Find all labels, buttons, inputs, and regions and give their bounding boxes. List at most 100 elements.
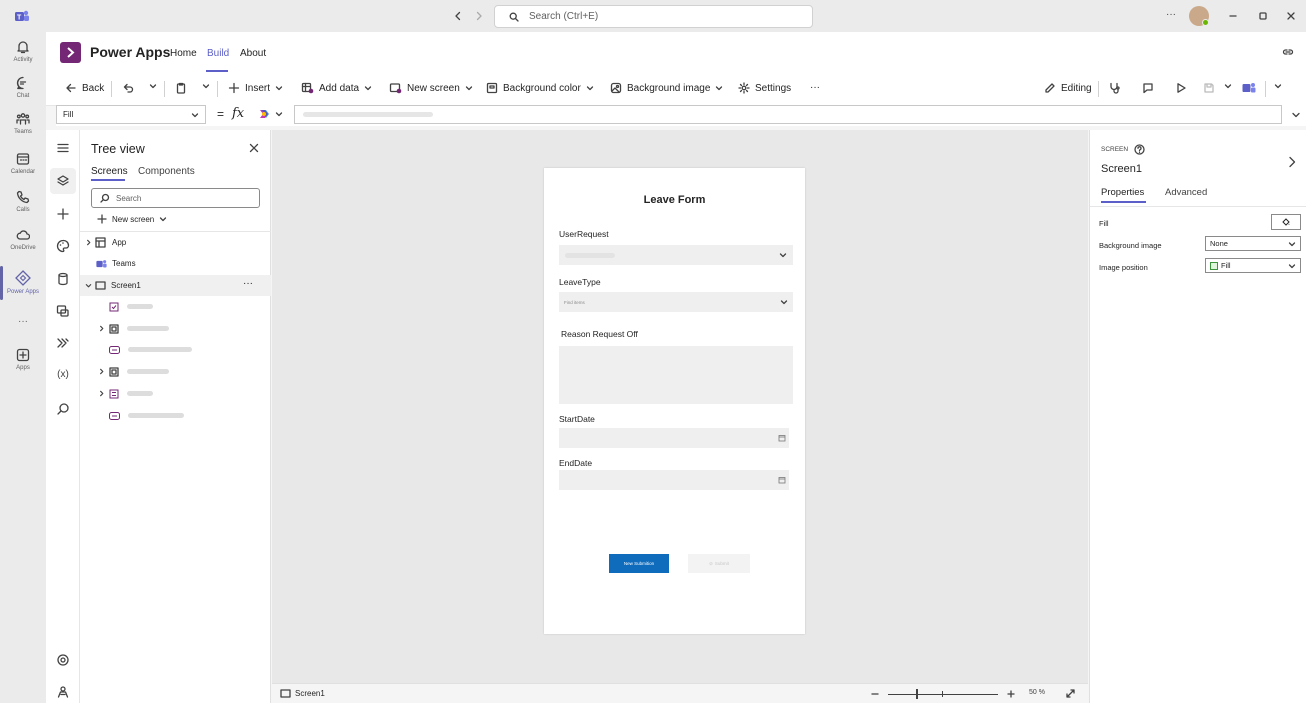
arrow-left-icon [66, 83, 76, 93]
rail-item-calendar[interactable]: Calendar [0, 152, 46, 175]
expand-formula-button[interactable] [1291, 110, 1301, 120]
new-submission-button[interactable]: New Submition [609, 554, 669, 573]
avatar[interactable] [1189, 6, 1209, 26]
add-apps-icon [16, 348, 30, 362]
settings-gear-icon[interactable] [55, 652, 71, 668]
cloud-icon [16, 230, 30, 240]
undo-dropdown[interactable] [149, 82, 157, 90]
virtual-agent-icon[interactable] [55, 684, 71, 700]
tab-build[interactable]: Build [207, 48, 229, 59]
back-arrow-icon[interactable] [453, 11, 463, 21]
background-image-button[interactable]: Background image [610, 82, 723, 94]
zoom-slider-thumb[interactable] [916, 689, 918, 699]
close-panel-icon[interactable] [249, 143, 259, 153]
tree-item-container-2[interactable] [80, 361, 271, 382]
tab-components[interactable]: Components [138, 166, 195, 177]
property-selector[interactable]: Fill [56, 105, 206, 124]
tab-screens[interactable]: Screens [91, 166, 128, 177]
formula-input[interactable] [294, 105, 1282, 124]
tree-item-form[interactable] [80, 383, 271, 404]
link-icon[interactable] [1282, 47, 1294, 57]
insert-plus-icon[interactable] [55, 206, 71, 222]
variables-icon[interactable]: (x) [55, 369, 71, 385]
tree-search-input[interactable]: Search [91, 188, 260, 208]
tree-item-screen1[interactable]: Screen1 ··· [80, 275, 271, 296]
chevron-right-icon[interactable] [1288, 156, 1296, 168]
tree-item-app[interactable]: App [80, 232, 271, 253]
tree-item-button-1[interactable] [80, 339, 271, 360]
tree-item-teams[interactable]: Teams [80, 253, 271, 274]
fit-to-window-icon[interactable] [1065, 688, 1076, 699]
new-screen-button[interactable]: New screen [97, 214, 167, 224]
paste-dropdown[interactable] [202, 82, 210, 90]
close-icon[interactable] [1286, 11, 1296, 21]
rail-item-power-apps[interactable]: Power Apps [0, 270, 46, 295]
search-icon[interactable] [55, 401, 71, 417]
rail-item-onedrive[interactable]: OneDrive [0, 228, 46, 251]
comments-button[interactable] [1142, 82, 1154, 94]
tree-item-label-control[interactable] [80, 296, 271, 317]
submit-button[interactable]: ⊘ Submit [688, 554, 750, 573]
maximize-icon[interactable] [1258, 11, 1268, 21]
publish-dropdown[interactable] [1274, 82, 1282, 90]
background-image-select[interactable]: None [1205, 236, 1301, 251]
tree-view-layers-icon[interactable] [55, 173, 71, 189]
preview-button[interactable] [1175, 82, 1187, 94]
image-position-select[interactable]: Fill [1205, 258, 1301, 273]
tab-advanced[interactable]: Advanced [1165, 187, 1207, 198]
app-checker-button[interactable] [1109, 82, 1121, 94]
app-screen-preview[interactable]: Leave Form UserRequest LeaveType Find it… [544, 168, 805, 634]
userrequest-dropdown[interactable] [559, 245, 793, 265]
current-screen-indicator[interactable]: Screen1 [280, 689, 325, 698]
settings-button[interactable]: Settings [738, 82, 791, 94]
new-screen-button[interactable]: New screen [389, 82, 473, 94]
bell-icon [17, 41, 29, 54]
media-icon[interactable] [55, 303, 71, 319]
add-data-button[interactable]: Add data [301, 82, 372, 94]
publish-to-teams-button[interactable] [1242, 82, 1256, 94]
fill-color-picker[interactable] [1271, 214, 1301, 230]
rail-item-teams[interactable]: Teams [0, 112, 46, 135]
background-color-button[interactable]: Background color [486, 82, 594, 94]
data-cylinder-icon[interactable] [55, 271, 71, 287]
rail-item-calls[interactable]: Calls [0, 190, 46, 213]
rail-item-more[interactable]: ··· [0, 316, 46, 327]
help-icon[interactable] [1134, 144, 1145, 155]
rail-item-chat[interactable]: Chat [0, 76, 46, 99]
copilot-button[interactable] [257, 107, 283, 121]
startdate-picker[interactable] [559, 428, 789, 448]
search-box[interactable]: Search (Ctrl+E) [494, 5, 813, 28]
tab-home[interactable]: Home [170, 48, 197, 59]
zoom-in-icon[interactable] [1006, 689, 1016, 699]
save-dropdown[interactable] [1224, 82, 1232, 90]
more-options-button[interactable]: ··· [243, 278, 253, 289]
leavetype-combobox[interactable]: Find items [559, 292, 793, 312]
zoom-out-icon[interactable] [870, 689, 880, 699]
theme-palette-icon[interactable] [55, 238, 71, 254]
editing-button[interactable]: Editing [1044, 82, 1092, 94]
tree-item-button-2[interactable] [80, 405, 271, 426]
reason-textarea[interactable] [559, 346, 793, 404]
save-button[interactable] [1203, 82, 1215, 94]
tree-item-container-1[interactable] [80, 318, 271, 339]
button-control-icon [109, 411, 120, 420]
minimize-icon[interactable] [1228, 11, 1238, 21]
tab-properties[interactable]: Properties [1101, 187, 1144, 198]
enddate-picker[interactable] [559, 470, 789, 490]
back-button[interactable]: Back [65, 82, 104, 94]
combobox-placeholder: Find items [564, 299, 585, 305]
power-automate-icon[interactable] [55, 335, 71, 351]
more-commands-button[interactable]: ··· [810, 82, 820, 93]
more-options-button[interactable]: ··· [1166, 9, 1176, 20]
insert-button[interactable]: Insert [228, 82, 283, 94]
tab-about[interactable]: About [240, 48, 266, 59]
undo-button[interactable] [122, 82, 134, 94]
forward-arrow-icon[interactable] [474, 11, 484, 21]
zoom-slider-track[interactable] [888, 694, 998, 695]
hamburger-menu-icon[interactable] [55, 140, 71, 156]
title-bar: T Search (Ctrl+E) ··· [0, 0, 1306, 32]
submit-icon: ⊘ [709, 560, 713, 566]
rail-item-apps[interactable]: Apps [0, 348, 46, 371]
rail-item-activity[interactable]: Activity [0, 40, 46, 63]
paste-button[interactable] [175, 82, 187, 94]
